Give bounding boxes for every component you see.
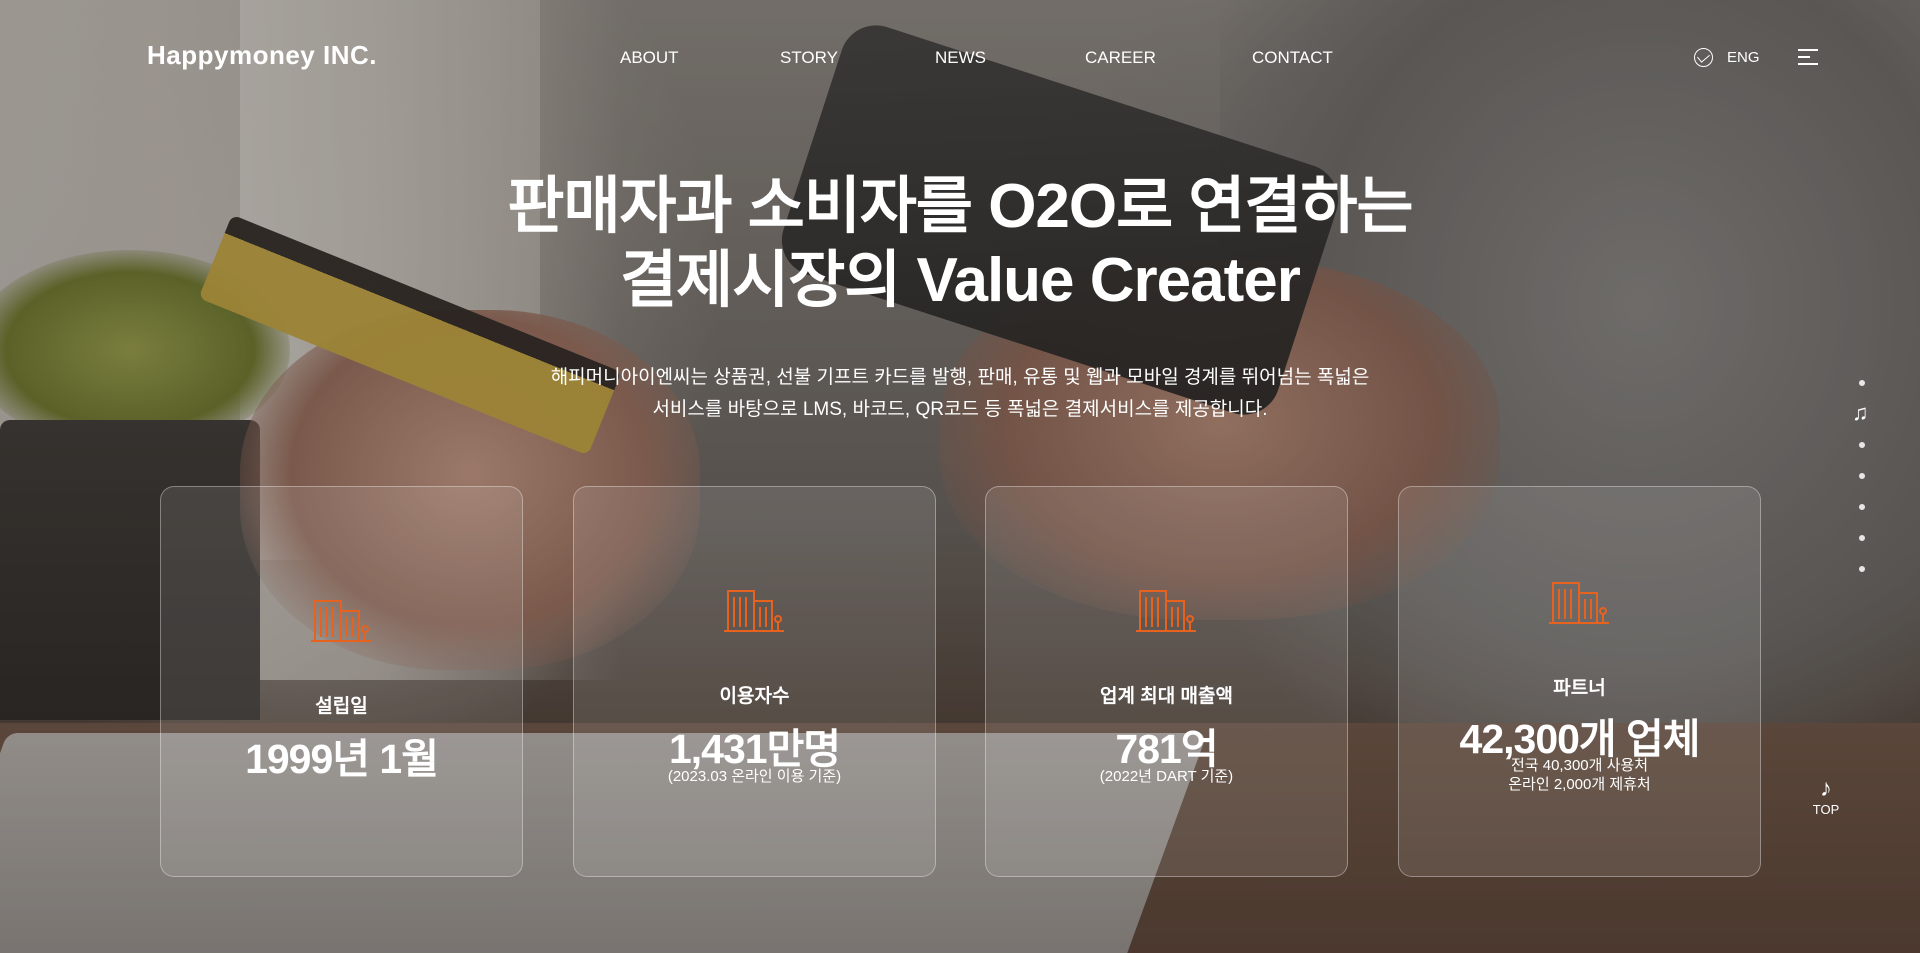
pager-dot[interactable] [1859, 442, 1865, 448]
stat-label: 파트너 [1553, 678, 1606, 699]
nav-story[interactable]: STORY [780, 48, 838, 68]
building-icon [1548, 582, 1609, 624]
stat-note: 전국 40,300개 사용처 온라인 2,000개 제휴처 [1399, 756, 1760, 794]
music-note-icon[interactable]: ♫ [1852, 402, 1869, 424]
stat-card-partners: 파트너 42,300개 업체 전국 40,300개 사용처 온라인 2,000개… [1398, 486, 1761, 877]
stat-card-founded: 설립일 1999년 1월 [160, 486, 523, 877]
stat-value: 1,431만명 [668, 726, 841, 772]
pager-dot[interactable] [1859, 535, 1865, 541]
stat-card-revenue: 업계 최대 매출액 781억 (2022년 DART 기준) [985, 486, 1348, 877]
nav-career[interactable]: CAREER [1085, 48, 1156, 68]
stat-card-users: 이용자수 1,431만명 (2023.03 온라인 이용 기준) [573, 486, 936, 877]
top-label: TOP [1812, 802, 1840, 817]
hero-title-line1: 판매자과 소비자를 O2O로 연결하는 [507, 172, 1413, 241]
stats-cards: 설립일 1999년 1월 이용자수 1,431만명 (2023.03 온라인 이… [160, 486, 1761, 877]
stat-value: 1999년 1월 [245, 736, 439, 782]
language-label: ENG [1727, 49, 1760, 66]
scroll-top-button[interactable]: ♪ TOP [1808, 775, 1844, 818]
hero-description: 해피머니아이엔씨는 상품권, 선불 기프트 카드를 발행, 판매, 유통 및 웹… [0, 362, 1920, 426]
pager-dot[interactable] [1859, 380, 1865, 386]
stat-label: 업계 최대 매출액 [1100, 686, 1233, 707]
pager-dot[interactable] [1859, 504, 1865, 510]
logo[interactable]: Happymoney INC. [147, 40, 377, 71]
stat-note-line2: 온라인 2,000개 제휴처 [1508, 776, 1651, 793]
stat-label: 이용자수 [719, 686, 790, 707]
stat-note: (2022년 DART 기준) [1099, 768, 1234, 785]
stat-note-line1: 전국 40,300개 사용처 [1510, 757, 1648, 774]
stat-label: 설립일 [315, 696, 368, 717]
stat-note: (2023.03 온라인 이용 기준) [667, 768, 842, 785]
building-icon [723, 590, 784, 632]
building-icon [1135, 590, 1196, 632]
menu-icon[interactable] [1798, 49, 1818, 65]
stat-value: 781억 [1115, 726, 1218, 772]
hero-desc-line2: 서비스를 바탕으로 LMS, 바코드, QR코드 등 폭넓은 결제서비스를 제공… [652, 399, 1268, 420]
section-pager: ♫ [1852, 380, 1872, 580]
pager-dot[interactable] [1859, 473, 1865, 479]
language-switch[interactable]: ENG [1694, 48, 1760, 67]
site-header: Happymoney INC. ABOUT STORY NEWS CAREER … [0, 0, 1920, 116]
hero-title-line2: 결제시장의 Value Creater [620, 246, 1301, 315]
music-note-icon: ♪ [1820, 775, 1832, 802]
globe-icon [1694, 48, 1713, 67]
hero-desc-line1: 해피머니아이엔씨는 상품권, 선불 기프트 카드를 발행, 판매, 유통 및 웹… [550, 367, 1370, 388]
nav-contact[interactable]: CONTACT [1252, 48, 1333, 68]
pager-dot[interactable] [1859, 566, 1865, 572]
nav-about[interactable]: ABOUT [620, 48, 679, 68]
hero-title: 판매자과 소비자를 O2O로 연결하는 결제시장의 Value Creater [0, 170, 1920, 318]
hero: 판매자과 소비자를 O2O로 연결하는 결제시장의 Value Creater … [0, 170, 1920, 426]
nav-news[interactable]: NEWS [935, 48, 986, 68]
building-icon [310, 600, 371, 642]
